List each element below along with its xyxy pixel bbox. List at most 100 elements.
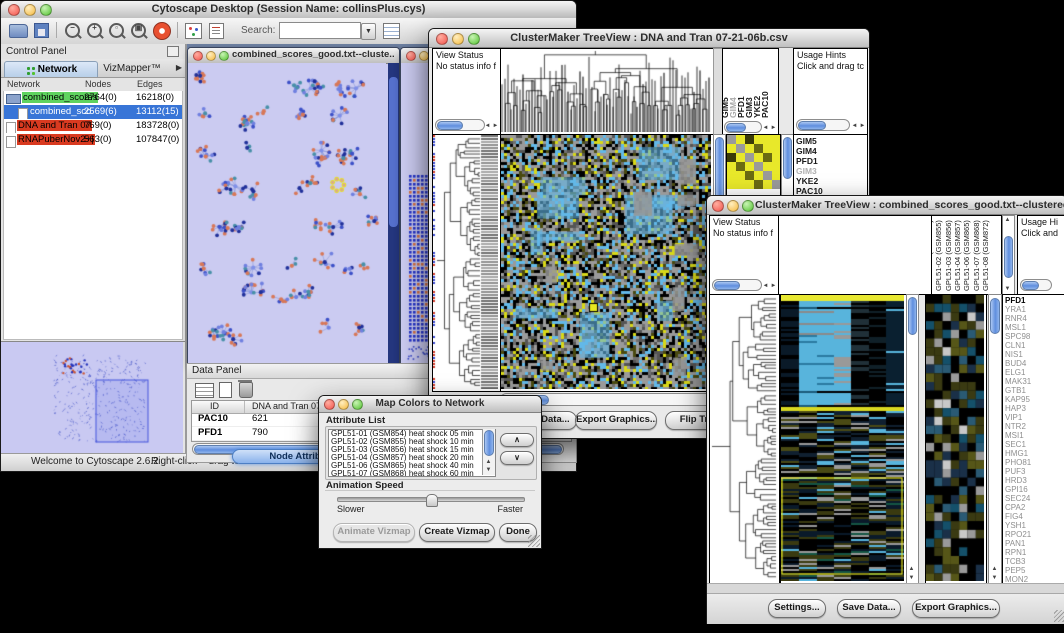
tv2-button-save-data[interactable]: Save Data... (837, 599, 901, 618)
matrix-cell[interactable] (763, 162, 772, 171)
minimize-icon[interactable] (338, 399, 349, 410)
matrix-cell[interactable] (727, 180, 736, 189)
zoom-selected-icon[interactable]: ▫ (109, 23, 124, 38)
gene-label[interactable]: PAN1 (1003, 539, 1064, 548)
matrix-cell[interactable] (727, 135, 736, 144)
matrix-cell[interactable] (763, 171, 772, 180)
tv1-status-scrollbar[interactable] (435, 119, 485, 131)
matrix-cell[interactable] (772, 153, 781, 162)
scroll-right-icon[interactable]: ► (491, 123, 500, 130)
gene-label[interactable]: SEC1 (1003, 440, 1064, 449)
matrix-cell[interactable] (736, 135, 745, 144)
tab-overflow-icon[interactable]: ▶ (176, 63, 182, 72)
col-network[interactable]: Network (7, 79, 40, 89)
tv2-zoom-heatmap[interactable] (925, 294, 987, 584)
main-titlebar[interactable]: Cytoscape Desktop (Session Name: collins… (1, 1, 576, 19)
tv2-button-export-graphics[interactable]: Export Graphics... (912, 599, 1000, 618)
matrix-cell[interactable] (754, 153, 763, 162)
gene-label[interactable]: YKE2 (794, 176, 867, 186)
network-window-titlebar[interactable]: combined_scores_good.txt--cluste... (188, 48, 399, 64)
gene-label[interactable]: MSL1 (1003, 323, 1064, 332)
network-table-row[interactable]: DNA and Tran 07769(0)183728(0) (4, 119, 182, 133)
gene-label[interactable]: KAP95 (1003, 395, 1064, 404)
gene-label[interactable]: HRD3 (1003, 476, 1064, 485)
matrix-cell[interactable] (736, 144, 745, 153)
scroll-up-icon[interactable]: ▲ (907, 566, 916, 573)
minimize-icon[interactable] (452, 33, 464, 45)
minimize-icon[interactable] (206, 51, 216, 61)
tv1-column-dendrogram[interactable] (500, 48, 714, 135)
resize-grip[interactable] (528, 535, 540, 547)
col-nodes[interactable]: Nodes (85, 79, 111, 89)
animation-speed-slider[interactable] (337, 497, 525, 502)
gene-label[interactable]: PFD1 (1003, 296, 1064, 305)
resize-grip[interactable] (1054, 610, 1064, 622)
annotation-icon[interactable] (209, 23, 224, 39)
matrix-cell[interactable] (772, 162, 781, 171)
matrix-cell[interactable] (745, 135, 754, 144)
tab-network[interactable]: Network (4, 61, 98, 77)
scroll-right-icon[interactable]: ► (858, 123, 867, 130)
gene-label[interactable]: BUD4 (1003, 359, 1064, 368)
gene-label[interactable]: ELG1 (1003, 368, 1064, 377)
zoom-fit-icon[interactable]: ▣ (131, 23, 146, 38)
gene-label[interactable]: GTB1 (1003, 386, 1064, 395)
gene-label[interactable]: FIG4 (1003, 512, 1064, 521)
col-edges[interactable]: Edges (137, 79, 163, 89)
network-vscrollbar[interactable] (388, 63, 399, 364)
open-file-icon[interactable] (9, 24, 28, 38)
tv2-status-scrollbar[interactable] (712, 279, 762, 291)
gene-label[interactable]: SEC24 (1003, 494, 1064, 503)
scroll-down-icon[interactable]: ▼ (484, 467, 493, 474)
scroll-up-icon[interactable]: ▲ (1003, 217, 1012, 224)
gene-label[interactable]: RPN1 (1003, 548, 1064, 557)
help-lifesaver-icon[interactable] (153, 22, 171, 40)
dialog-titlebar[interactable]: Map Colors to Network (319, 396, 541, 413)
tv2-heatmap[interactable] (780, 294, 907, 584)
matrix-cell[interactable] (754, 162, 763, 171)
gene-label[interactable]: GIM3 (794, 166, 867, 176)
gene-label[interactable]: TCB3 (1003, 557, 1064, 566)
close-icon[interactable] (193, 51, 203, 61)
matrix-cell[interactable] (736, 162, 745, 171)
matrix-cell[interactable] (763, 144, 772, 153)
table-mode-icon[interactable] (195, 383, 214, 398)
matrix-cell[interactable] (745, 144, 754, 153)
gene-label[interactable]: SPC98 (1003, 332, 1064, 341)
zoom-window-icon[interactable] (219, 51, 229, 61)
gene-label[interactable]: PEP5 (1003, 566, 1064, 575)
gene-label[interactable]: GIM5 (794, 136, 867, 146)
tab-vizmapper[interactable]: VizMapper™ (98, 61, 166, 76)
matrix-cell[interactable] (736, 153, 745, 162)
scroll-up-icon[interactable]: ▲ (990, 566, 999, 573)
matrix-cell[interactable] (754, 144, 763, 153)
gene-label[interactable]: RNR4 (1003, 314, 1064, 323)
matrix-cell[interactable] (745, 180, 754, 189)
tv2-heatmap-vscrollbar[interactable]: ▲ ▼ (906, 294, 919, 584)
gene-label[interactable]: CLN1 (1003, 341, 1064, 350)
gene-label[interactable]: NIS1 (1003, 350, 1064, 359)
network-table-row[interactable]: RNAPuberNov2+|563(0)107847(0) (4, 133, 182, 147)
scroll-down-icon[interactable]: ▼ (990, 575, 999, 582)
save-icon[interactable] (34, 23, 49, 38)
create-vizmap-button[interactable]: Create Vizmap (419, 523, 495, 542)
matrix-cell[interactable] (727, 144, 736, 153)
move-down-button[interactable]: ∨ (500, 451, 534, 465)
matrix-cell[interactable] (745, 162, 754, 171)
birdseye-view[interactable] (1, 341, 185, 454)
tv2-row-dendrogram[interactable] (709, 294, 780, 584)
zoom-window-icon[interactable] (742, 200, 754, 212)
close-icon[interactable] (8, 4, 20, 16)
gene-label[interactable]: YRA1 (1003, 305, 1064, 314)
zoom-out-icon[interactable]: − (65, 23, 80, 38)
close-icon[interactable] (436, 33, 448, 45)
close-icon[interactable] (324, 399, 335, 410)
gene-label[interactable]: MSI1 (1003, 431, 1064, 440)
scroll-right-icon[interactable]: ► (769, 283, 778, 290)
attribute-list-scrollbar[interactable]: ▲ ▼ (482, 429, 495, 475)
tv1-usage-scrollbar[interactable] (796, 119, 850, 131)
minimize-icon[interactable] (24, 4, 36, 16)
network-table-row[interactable]: combined_scores2764(0)16218(0) (4, 91, 182, 105)
network-canvas[interactable] (188, 63, 386, 363)
network-table-row[interactable]: combined_sco2569(6)13112(15) (4, 105, 182, 119)
